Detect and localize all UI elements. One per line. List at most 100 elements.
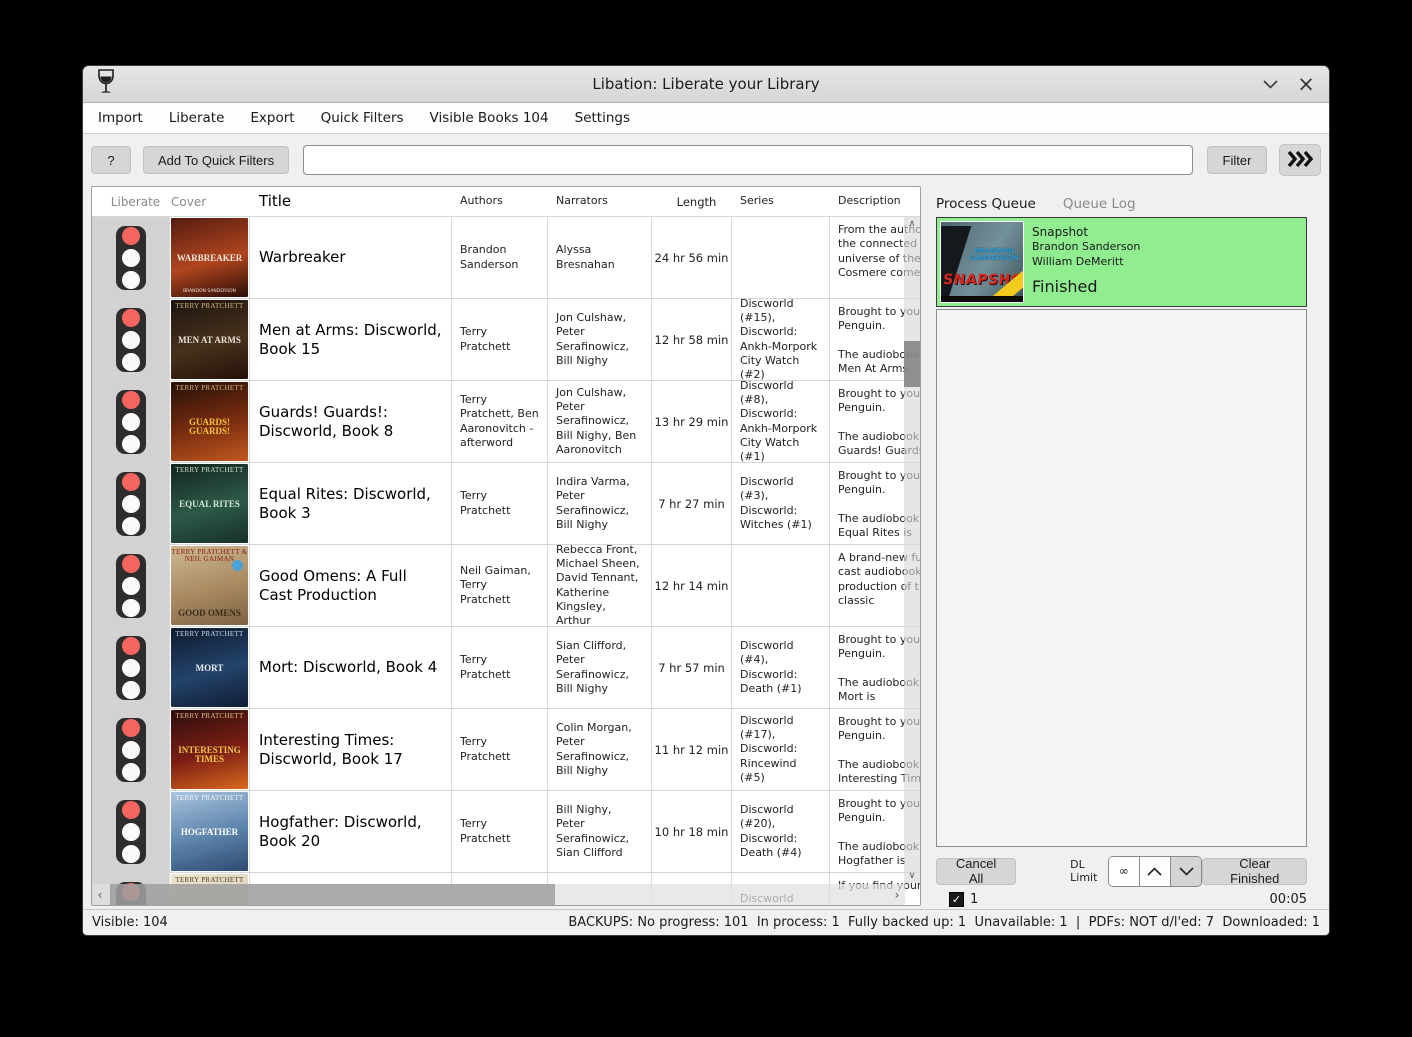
queue-list-area	[936, 309, 1307, 847]
cover-cell: TERRY PRATCHETT MEN AT ARMS	[170, 299, 250, 380]
triple-chevron-icon	[1287, 151, 1313, 170]
liberate-traffic-light-button[interactable]	[116, 390, 146, 454]
scroll-right-icon[interactable]: ›	[889, 888, 905, 902]
scroll-down-icon[interactable]: ∨	[909, 869, 916, 883]
filter-search-input[interactable]	[303, 145, 1193, 175]
cover-cell: WARBREAKER BRANDON SANDERSON	[170, 217, 250, 298]
clear-finished-button[interactable]: Clear Finished	[1202, 858, 1307, 885]
traffic-light-middle	[122, 413, 140, 431]
table-row[interactable]: TERRY PRATCHETT MORT Mort: Discworld, Bo…	[92, 627, 920, 709]
traffic-light-red	[122, 555, 140, 573]
horizontal-scrollbar-thumb[interactable]	[110, 884, 555, 905]
table-row[interactable]: WARBREAKER BRANDON SANDERSON Warbreaker …	[92, 217, 920, 299]
liberate-traffic-light-button[interactable]	[116, 636, 146, 700]
book-cover: TERRY PRATCHETT EQUAL RITES	[171, 464, 248, 543]
table-row[interactable]: TERRY PRATCHETT GUARDS! GUARDS! Guards! …	[92, 381, 920, 463]
help-button[interactable]: ?	[91, 146, 131, 174]
cover-badge	[232, 560, 243, 571]
dl-limit-down-button[interactable]	[1171, 857, 1202, 886]
queue-item-finished[interactable]: BRANDON SANDERSON SNAPSHOT Snapshot Bran…	[936, 217, 1307, 307]
backup-stats: BACKUPS: No progress: 101 In process: 1 …	[568, 915, 1320, 930]
traffic-light-red	[122, 227, 140, 245]
menu-item-quick-filters[interactable]: Quick Filters	[308, 103, 417, 133]
close-icon: ×	[1297, 74, 1315, 95]
dl-limit-label: DL Limit	[1070, 858, 1106, 884]
menubar: ImportLiberateExportQuick FiltersVisible…	[83, 103, 1329, 134]
menu-item-import[interactable]: Import	[85, 103, 156, 133]
authors-cell: Terry Pratchett	[452, 299, 548, 380]
menu-item-export[interactable]: Export	[237, 103, 307, 133]
table-row[interactable]: TERRY PRATCHETT EQUAL RITES Equal Rites:…	[92, 463, 920, 545]
cancel-all-button[interactable]: Cancel All	[936, 858, 1016, 885]
column-header-length[interactable]: Length	[652, 187, 732, 216]
table-header: LiberateCoverTitleAuthorsNarratorsLength…	[92, 187, 920, 217]
vertical-scrollbar[interactable]: ∧ ∨	[904, 217, 920, 883]
book-cover: TERRY PRATCHETT MORT	[171, 628, 248, 707]
scroll-left-icon[interactable]: ‹	[92, 888, 108, 902]
table-row[interactable]: TERRY PRATCHETT & NEIL GAIMAN GOOD OMENS…	[92, 545, 920, 627]
liberate-traffic-light-button[interactable]	[116, 718, 146, 782]
close-button[interactable]: ×	[1295, 73, 1317, 95]
cover-cell: TERRY PRATCHETT INTERESTING TIMES	[170, 709, 250, 790]
table-row[interactable]: TERRY PRATCHETT HOGFATHER Hogfather: Dis…	[92, 791, 920, 873]
liberate-traffic-light-button[interactable]	[116, 308, 146, 372]
column-header-series[interactable]: Series	[732, 187, 830, 216]
liberate-cell	[92, 791, 170, 872]
traffic-light-middle	[122, 495, 140, 513]
menu-item-liberate[interactable]: Liberate	[156, 103, 238, 133]
series-cell: Discworld (#17), Discworld: Rincewind (#…	[732, 709, 830, 790]
title-cell: Guards! Guards!: Discworld, Book 8	[250, 381, 452, 462]
narrators-cell: Alyssa Bresnahan	[548, 217, 652, 298]
column-header-description[interactable]: Description	[830, 187, 921, 216]
liberate-traffic-light-button[interactable]	[116, 226, 146, 290]
menu-item-visible-books-104[interactable]: Visible Books 104	[417, 103, 562, 133]
column-header-authors[interactable]: Authors	[452, 187, 548, 216]
completed-checkbox[interactable]: ✓	[949, 892, 964, 907]
expand-panel-button[interactable]	[1279, 144, 1321, 176]
series-cell: Discworld (#15), Discworld: Ankh-Morpork…	[732, 299, 830, 380]
title-cell: Men at Arms: Discworld, Book 15	[250, 299, 452, 380]
column-header-cover[interactable]: Cover	[170, 187, 250, 216]
menu-item-settings[interactable]: Settings	[562, 103, 643, 133]
authors-cell: Terry Pratchett	[452, 791, 548, 872]
tab-process-queue[interactable]: Process Queue	[936, 196, 1036, 212]
titlebar[interactable]: Libation: Liberate your Library ×	[83, 66, 1329, 103]
narrators-cell: Colin Morgan, Peter Serafinowicz, Bill N…	[548, 709, 652, 790]
book-cover: TERRY PRATCHETT INTERESTING TIMES	[171, 710, 248, 789]
liberate-traffic-light-button[interactable]	[116, 554, 146, 618]
column-header-narrators[interactable]: Narrators	[548, 187, 652, 216]
liberate-traffic-light-button[interactable]	[116, 800, 146, 864]
traffic-light-middle	[122, 659, 140, 677]
table-row[interactable]: TERRY PRATCHETT INTERESTING TIMES Intere…	[92, 709, 920, 791]
series-cell: Discworld (#8), Discworld: Ankh-Morpork …	[732, 381, 830, 462]
queue-item-narrator: William DeMeritt	[1032, 255, 1303, 270]
series-cell	[732, 545, 830, 626]
filter-button[interactable]: Filter	[1207, 146, 1267, 174]
dl-limit-up-button[interactable]	[1140, 857, 1171, 886]
liberate-traffic-light-button[interactable]	[116, 472, 146, 536]
traffic-light-bottom	[122, 845, 140, 863]
length-cell: 12 hr 14 min	[652, 545, 732, 626]
column-header-liberate[interactable]: Liberate	[92, 187, 170, 216]
minimize-button[interactable]	[1259, 73, 1281, 95]
length-cell: 11 hr 12 min	[652, 709, 732, 790]
library-table: LiberateCoverTitleAuthorsNarratorsLength…	[91, 186, 921, 906]
app-window: Libation: Liberate your Library × Import…	[82, 65, 1330, 936]
length-cell: 10 hr 18 min	[652, 791, 732, 872]
traffic-light-bottom	[122, 271, 140, 289]
process-queue-panel: Process Queue Queue Log BRANDON SANDERSO…	[921, 186, 1329, 909]
narrators-cell: Bill Nighy, Peter Serafinowicz, Sian Cli…	[548, 791, 652, 872]
vertical-scrollbar-thumb[interactable]	[904, 341, 920, 387]
scroll-up-icon[interactable]: ∧	[909, 217, 916, 231]
book-cover: TERRY PRATCHETT MEN AT ARMS	[171, 300, 248, 379]
tab-queue-log[interactable]: Queue Log	[1063, 196, 1136, 212]
traffic-light-bottom	[122, 599, 140, 617]
column-header-title[interactable]: Title	[250, 187, 452, 216]
horizontal-scrollbar[interactable]: ‹ ›	[92, 884, 905, 905]
table-row[interactable]: TERRY PRATCHETT MEN AT ARMS Men at Arms:…	[92, 299, 920, 381]
authors-cell: Brandon Sanderson	[452, 217, 548, 298]
add-to-quick-filters-button[interactable]: Add To Quick Filters	[143, 146, 289, 174]
liberate-cell	[92, 299, 170, 380]
traffic-light-bottom	[122, 353, 140, 371]
liberate-cell	[92, 463, 170, 544]
